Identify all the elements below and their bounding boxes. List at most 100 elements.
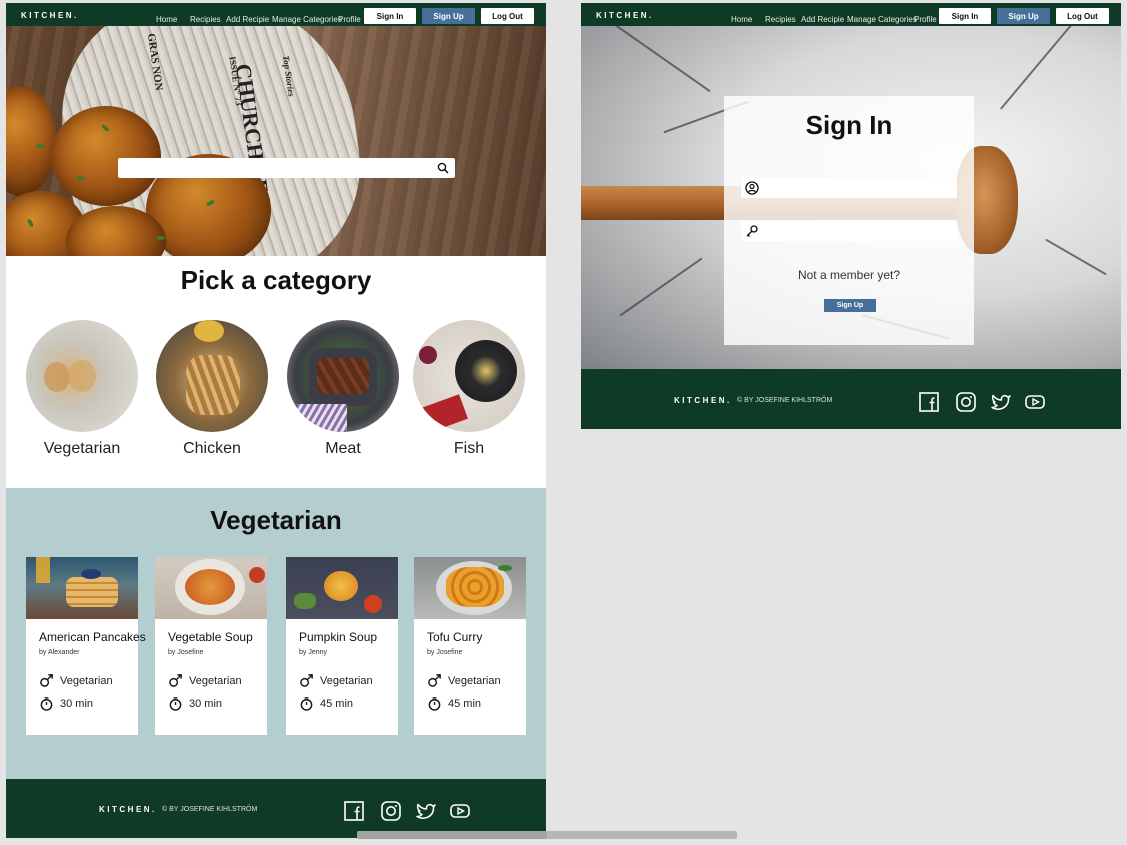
recipe-image bbox=[414, 557, 526, 619]
recipe-title: Vegetable Soup bbox=[168, 630, 253, 644]
food-shape bbox=[419, 346, 437, 364]
sign-up-button[interactable]: Sign Up bbox=[422, 8, 475, 24]
food-shape bbox=[185, 569, 235, 605]
nav-link-add-recipie[interactable]: Add Recipie bbox=[801, 15, 844, 24]
recipe-time-row: 30 min bbox=[168, 696, 222, 711]
recipe-time: 30 min bbox=[60, 697, 94, 710]
food-shape bbox=[36, 557, 50, 583]
category-label: Meat bbox=[325, 440, 361, 457]
recipe-author: by Jenny bbox=[299, 649, 328, 656]
marble-vein bbox=[611, 26, 711, 93]
home-page-frame: KITCHEN. Home Recipies Add Recipie Manag… bbox=[6, 3, 546, 838]
recipe-time: 45 min bbox=[320, 697, 354, 710]
herb-garnish bbox=[36, 144, 45, 148]
stopwatch-icon bbox=[300, 697, 313, 711]
category-label: Fish bbox=[453, 440, 485, 457]
username-input[interactable] bbox=[763, 180, 953, 196]
category-vegetarian-image bbox=[26, 320, 138, 432]
food-shape bbox=[186, 355, 240, 415]
search-bar bbox=[118, 158, 455, 178]
sign-in-title: Sign In bbox=[805, 110, 893, 140]
category-chicken[interactable]: Chicken bbox=[156, 320, 268, 458]
nav-link-profile[interactable]: Profile bbox=[338, 15, 361, 24]
sign-in-button[interactable]: Sign In bbox=[939, 8, 991, 24]
gender-category-icon bbox=[169, 674, 182, 687]
horizontal-scrollbar[interactable] bbox=[357, 831, 737, 839]
herb-garnish bbox=[156, 236, 165, 240]
user-icon bbox=[745, 181, 759, 195]
nav-link-profile[interactable]: Profile bbox=[914, 15, 937, 24]
nav-link-home[interactable]: Home bbox=[731, 15, 752, 24]
food-shape bbox=[317, 358, 369, 394]
category-vegetarian[interactable]: Vegetarian bbox=[26, 320, 138, 458]
log-out-button[interactable]: Log Out bbox=[481, 8, 534, 24]
search-input[interactable] bbox=[124, 160, 424, 176]
category-meat-image bbox=[287, 320, 399, 432]
instagram-icon[interactable] bbox=[380, 800, 402, 822]
recipe-category: Vegetarian bbox=[448, 674, 501, 687]
recipe-card[interactable]: Tofu Curry by Josefine Vegetarian 45 min bbox=[414, 557, 526, 735]
footer-copyright: © BY JOSEFINE KIHLSTRÖM bbox=[737, 397, 833, 404]
recipe-title: American Pancakes bbox=[39, 630, 146, 644]
category-meat[interactable]: Meat bbox=[287, 320, 399, 458]
marble-background: Sign In Not a member yet? Sign Up bbox=[581, 26, 1121, 371]
recipe-time-row: 45 min bbox=[427, 696, 481, 711]
card-sign-up-button[interactable]: Sign Up bbox=[824, 299, 876, 312]
recipe-author: by Josefine bbox=[427, 649, 463, 656]
recipes-heading: Vegetarian bbox=[210, 505, 342, 535]
nav-link-manage-categories[interactable]: Manage Categories bbox=[272, 15, 342, 24]
food-shape bbox=[498, 565, 512, 571]
nav-link-manage-categories[interactable]: Manage Categories bbox=[847, 15, 917, 24]
recipe-time: 30 min bbox=[189, 697, 223, 710]
gender-category-icon bbox=[40, 674, 53, 687]
twitter-icon[interactable] bbox=[415, 800, 437, 822]
recipe-card[interactable]: American Pancakes by Alexander Vegetaria… bbox=[26, 557, 146, 735]
category-label: Vegetarian bbox=[43, 440, 121, 457]
croquette-image bbox=[51, 106, 161, 206]
youtube-icon[interactable] bbox=[449, 800, 471, 822]
food-shape bbox=[455, 340, 517, 402]
nav-link-add-recipie[interactable]: Add Recipie bbox=[226, 15, 269, 24]
gender-category-icon bbox=[428, 674, 441, 687]
recipe-card[interactable]: Pumpkin Soup by Jenny Vegetarian 45 min bbox=[286, 557, 398, 735]
food-shape bbox=[297, 404, 347, 432]
footer-brand: KITCHEN. bbox=[99, 805, 157, 814]
nav-link-home[interactable]: Home bbox=[156, 15, 177, 24]
category-heading: Pick a category bbox=[180, 265, 372, 295]
marble-vein bbox=[1045, 238, 1107, 276]
facebook-icon[interactable] bbox=[343, 800, 365, 822]
recipe-category-row: Vegetarian bbox=[39, 673, 113, 688]
nav-link-recipies[interactable]: Recipies bbox=[190, 15, 221, 24]
food-shape bbox=[81, 569, 101, 579]
food-shape bbox=[68, 360, 96, 392]
recipe-time: 45 min bbox=[448, 697, 482, 710]
food-shape bbox=[324, 571, 358, 601]
hero-banner: CHURCH FE ISSUE N° 73 Top Stories GRAS N… bbox=[6, 26, 546, 256]
username-field bbox=[741, 178, 957, 198]
log-out-button[interactable]: Log Out bbox=[1056, 8, 1109, 24]
twitter-icon[interactable] bbox=[990, 391, 1012, 413]
youtube-icon[interactable] bbox=[1024, 391, 1046, 413]
facebook-icon[interactable] bbox=[918, 391, 940, 413]
password-field bbox=[741, 221, 957, 241]
scrollbar-thumb[interactable] bbox=[357, 831, 547, 839]
marble-vein bbox=[619, 257, 703, 317]
password-input[interactable] bbox=[763, 223, 953, 239]
food-shape bbox=[66, 577, 118, 607]
instagram-icon[interactable] bbox=[955, 391, 977, 413]
recipe-image bbox=[155, 557, 267, 619]
food-shape bbox=[446, 567, 504, 607]
marble-vein bbox=[999, 26, 1073, 110]
recipe-image bbox=[26, 557, 138, 619]
nav-link-recipies[interactable]: Recipies bbox=[765, 15, 796, 24]
sign-in-page-frame: KITCHEN. Home Recipies Add Recipie Manag… bbox=[581, 3, 1121, 429]
category-fish[interactable]: Fish bbox=[413, 320, 525, 458]
brand-logo[interactable]: KITCHEN. bbox=[596, 11, 654, 20]
category-label: Chicken bbox=[183, 440, 241, 457]
sign-up-button[interactable]: Sign Up bbox=[997, 8, 1050, 24]
stopwatch-icon bbox=[40, 697, 53, 711]
sign-in-button[interactable]: Sign In bbox=[364, 8, 416, 24]
recipe-card[interactable]: Vegetable Soup by Josefine Vegetarian 30… bbox=[155, 557, 267, 735]
brand-logo[interactable]: KITCHEN. bbox=[21, 11, 79, 20]
search-icon[interactable] bbox=[437, 162, 449, 174]
